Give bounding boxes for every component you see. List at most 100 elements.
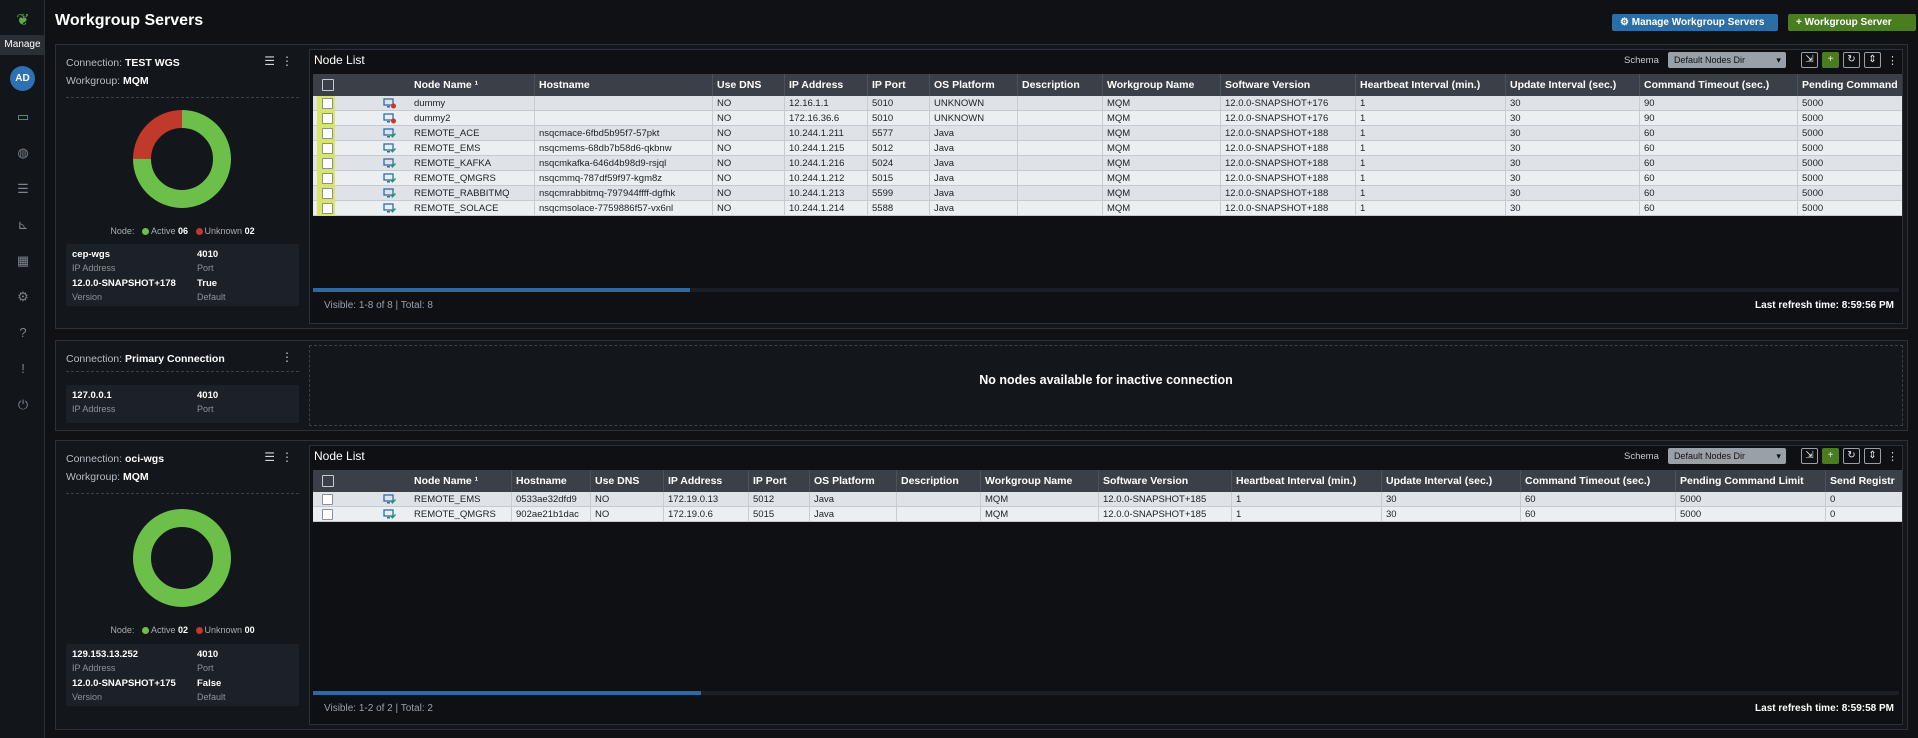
table-row[interactable]: REMOTE_KAFKA nsqcmkafka-646d4b98d9-rsjql N…: [313, 156, 1902, 171]
export-icon[interactable]: ⇲: [1801, 52, 1818, 68]
row-checkbox[interactable]: [322, 158, 333, 169]
table-row[interactable]: REMOTE_EMS 0533ae32dfd9 NO 172.19.0.13 5012 J…: [313, 492, 1902, 507]
help-icon[interactable]: ?: [13, 324, 33, 342]
refresh-icon[interactable]: ↻: [1843, 52, 1860, 68]
monitor-icon[interactable]: ▭: [13, 108, 33, 126]
list-icon[interactable]: ☰: [264, 54, 281, 68]
row-checkbox[interactable]: [322, 113, 333, 124]
manage-workgroup-servers-button[interactable]: ⚙ Manage Workgroup Servers: [1612, 14, 1778, 31]
add-node-icon[interactable]: +: [1822, 52, 1839, 68]
column-header[interactable]: IP Port: [749, 470, 810, 492]
column-header[interactable]: Update Interval (sec.): [1506, 74, 1640, 96]
table-cell: Java: [930, 171, 1018, 186]
column-header[interactable]: Heartbeat Interval (min.): [1232, 470, 1382, 492]
column-header[interactable]: IP Port: [868, 74, 930, 96]
row-checkbox[interactable]: [322, 494, 333, 505]
row-checkbox[interactable]: [322, 509, 333, 520]
select-all-checkbox[interactable]: [322, 79, 334, 91]
refresh-icon[interactable]: ↻: [1843, 448, 1860, 464]
workgroup-label: Workgroup:: [66, 471, 121, 483]
column-header[interactable]: Pending Command: [1798, 74, 1902, 96]
column-header[interactable]: Workgroup Name: [981, 470, 1099, 492]
power-icon[interactable]: ⏻: [13, 396, 33, 414]
horizontal-scrollbar[interactable]: [313, 288, 690, 292]
node-ok-icon: [383, 143, 396, 153]
column-header[interactable]: Node Name ¹: [410, 74, 535, 96]
calendar-icon[interactable]: ▦: [13, 252, 33, 270]
plus-icon: +: [1796, 17, 1805, 28]
table-cell: 12.0.0-SNAPSHOT+188: [1221, 186, 1356, 201]
more-vertical-icon[interactable]: ⋮: [1887, 450, 1898, 463]
column-header[interactable]: Node Name ¹: [410, 470, 512, 492]
table-row[interactable]: REMOTE_ACE nsqcmace-6fbd5b95f7-57pkt NO 10.…: [313, 126, 1902, 141]
server-icon[interactable]: ☰: [13, 180, 33, 198]
column-header[interactable]: Send Registr: [1826, 470, 1902, 492]
globe-icon[interactable]: ◍: [13, 144, 33, 162]
table-cell: 5599: [868, 186, 930, 201]
connection-panel-inactive: Connection: Primary Connection ⋮ 127.0.0…: [55, 340, 1908, 431]
row-checkbox[interactable]: [322, 128, 333, 139]
table-cell: REMOTE_QMGRS: [410, 507, 512, 522]
column-header[interactable]: Command Timeout (sec.): [1521, 470, 1676, 492]
column-header[interactable]: Software Version: [1221, 74, 1356, 96]
column-header[interactable]: OS Platform: [930, 74, 1018, 96]
info-icon[interactable]: !: [13, 360, 33, 378]
column-header[interactable]: Description: [897, 470, 981, 492]
horizontal-scrollbar[interactable]: [313, 691, 701, 695]
gear-icon[interactable]: ⚙: [13, 288, 33, 306]
table-row[interactable]: REMOTE_SOLACE nsqcmsolace-7759886f57-vx6n…: [313, 201, 1902, 216]
row-checkbox[interactable]: [322, 143, 333, 154]
column-header[interactable]: Update Interval (sec.): [1382, 470, 1521, 492]
manage-label[interactable]: Manage: [0, 35, 45, 55]
expand-collapse-icon[interactable]: ⇕: [1864, 448, 1881, 464]
chart-icon[interactable]: ⊾: [13, 216, 33, 234]
table-row[interactable]: dummy2 NO 172.16.36.6 5010 UNKNOWN MQM 12.0.0-…: [313, 111, 1902, 126]
node-legend: Node: Active 06 Unknown 02: [60, 226, 305, 236]
expand-collapse-icon[interactable]: ⇕: [1864, 52, 1881, 68]
port-label: Port: [197, 263, 214, 273]
table-cell: nsqcmsolace-7759886f57-vx6nl: [535, 201, 713, 216]
table-row[interactable]: dummy NO 12.16.1.1 5010 UNKNOWN MQM 12.0.0-SNA…: [313, 96, 1902, 111]
column-header[interactable]: OS Platform: [810, 470, 897, 492]
schema-select[interactable]: Default Nodes Dir: [1667, 52, 1786, 68]
table-row[interactable]: REMOTE_QMGRS 902ae21b1dac NO 172.19.0.6 5015…: [313, 507, 1902, 522]
avatar[interactable]: AD: [10, 66, 35, 91]
more-vertical-icon[interactable]: ⋮: [281, 450, 299, 464]
export-icon[interactable]: ⇲: [1801, 448, 1818, 464]
table-cell: [535, 111, 713, 126]
column-header[interactable]: Use DNS: [591, 470, 664, 492]
column-header[interactable]: Heartbeat Interval (min.): [1356, 74, 1506, 96]
column-header[interactable]: Pending Command Limit: [1676, 470, 1826, 492]
row-checkbox[interactable]: [322, 98, 333, 109]
table-row[interactable]: REMOTE_RABBITMQ nsqcmrabbitmq-797944ffff-…: [313, 186, 1902, 201]
column-header[interactable]: Use DNS: [713, 74, 785, 96]
default-value: False: [197, 678, 222, 689]
app-logo-icon[interactable]: ❦: [12, 10, 34, 29]
schema-select[interactable]: Default Nodes Dir: [1667, 448, 1786, 464]
column-header[interactable]: Workgroup Name: [1103, 74, 1221, 96]
table-cell: [1018, 186, 1103, 201]
column-header[interactable]: Software Version: [1099, 470, 1232, 492]
more-vertical-icon[interactable]: ⋮: [281, 350, 299, 364]
table-cell: 5000: [1676, 507, 1826, 522]
row-checkbox[interactable]: [322, 173, 333, 184]
table-row[interactable]: REMOTE_QMGRS nsqcmmq-787df59f97-kgm8z NO 10…: [313, 171, 1902, 186]
column-header[interactable]: Hostname: [512, 470, 591, 492]
add-node-icon[interactable]: +: [1822, 448, 1839, 464]
table-header: Node Name ¹ Hostname Use DNS IP Address IP P…: [313, 74, 1902, 96]
column-header[interactable]: IP Address: [785, 74, 868, 96]
divider: [66, 97, 299, 98]
more-vertical-icon[interactable]: ⋮: [1887, 54, 1898, 67]
table-row[interactable]: REMOTE_EMS nsqcmems-68db7b58d6-qkbnw NO 10.…: [313, 141, 1902, 156]
row-checkbox[interactable]: [322, 188, 333, 199]
more-vertical-icon[interactable]: ⋮: [281, 54, 299, 68]
row-checkbox[interactable]: [322, 203, 333, 214]
table-cell: NO: [713, 96, 785, 111]
column-header[interactable]: Command Timeout (sec.): [1640, 74, 1798, 96]
select-all-checkbox[interactable]: [322, 475, 334, 487]
column-header[interactable]: Description: [1018, 74, 1103, 96]
add-workgroup-server-button[interactable]: + Workgroup Server: [1788, 14, 1916, 31]
column-header[interactable]: Hostname: [535, 74, 713, 96]
list-icon[interactable]: ☰: [264, 450, 281, 464]
column-header[interactable]: IP Address: [664, 470, 749, 492]
